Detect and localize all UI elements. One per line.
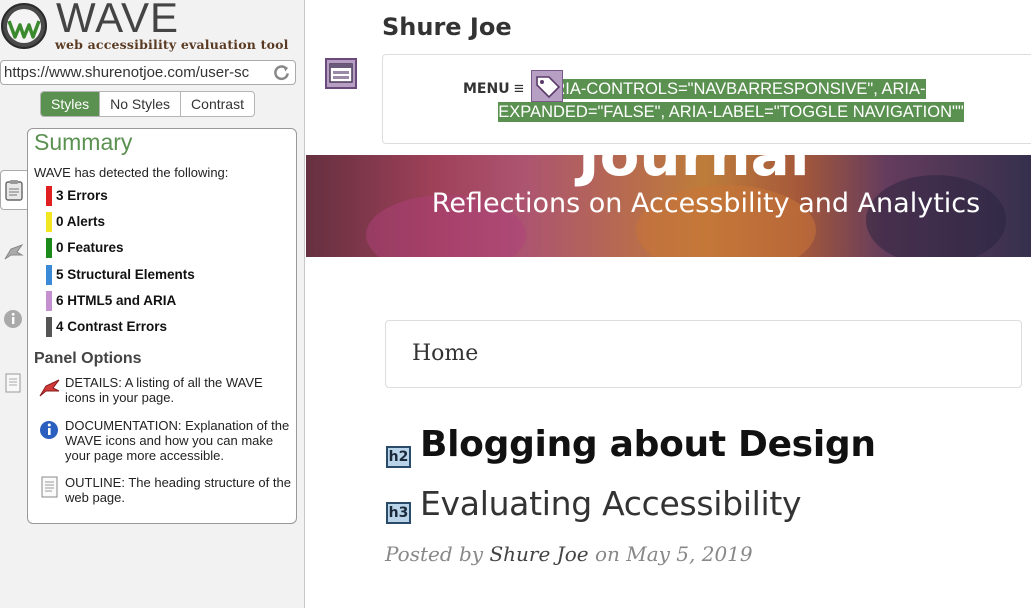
author-link[interactable]: Shure Joe	[489, 542, 588, 566]
info-icon[interactable]	[2, 308, 24, 330]
wave-logo-icon	[1, 3, 47, 49]
wave-tagline: web accessibility evaluation tool	[55, 37, 289, 52]
structural-swatch	[46, 265, 52, 285]
wave-logo-text: WAVE	[56, 0, 180, 41]
summary-panel: Summary WAVE has detected the following:…	[27, 128, 297, 524]
outline-document-icon[interactable]	[2, 372, 24, 394]
document-icon	[41, 476, 58, 498]
h3-heading-icon[interactable]: h3	[386, 502, 411, 524]
url-text: https://www.shurenotjoe.com/user-sc	[4, 64, 250, 81]
wave-logo: WAVE web accessibility evaluation tool	[0, 0, 305, 56]
flag-icon	[39, 379, 60, 397]
hero-tagline: Reflections on Accessbility and Analytic…	[431, 188, 981, 219]
option-details-text: DETAILS: A listing of all the WAVE icons…	[65, 375, 263, 405]
posted-prefix: Posted by	[385, 542, 484, 566]
post-date: May 5, 2019	[626, 542, 753, 566]
aria-swatch	[46, 291, 52, 311]
wave-sidebar: WAVE web accessibility evaluation tool h…	[0, 0, 305, 608]
tab-contrast[interactable]: Contrast	[181, 92, 254, 116]
view-mode-tabs: Styles No Styles Contrast	[40, 91, 255, 117]
features-swatch	[46, 238, 52, 258]
summary-row-label: 0 Features	[56, 240, 124, 255]
hero-banner: Journal Reflections on Accessbility and …	[306, 155, 1031, 257]
site-title[interactable]: Shure Joe	[382, 13, 512, 41]
clipboard-icon	[5, 180, 23, 201]
post-heading-h3: Evaluating Accessibility	[420, 484, 802, 523]
post-heading-h2: Blogging about Design	[420, 424, 876, 465]
summary-row-label: 0 Alerts	[56, 214, 106, 229]
post-meta: Posted by Shure Joe on May 5, 2019	[385, 542, 753, 566]
breadcrumb-home-link[interactable]: Home	[412, 341, 478, 366]
posted-on: on	[594, 542, 620, 566]
errors-swatch	[46, 186, 52, 206]
sidebar-tab-summary[interactable]	[0, 170, 28, 210]
navbar-toggle-area: MENU ≡ "ARIA-CONTROLS="NAVBARRESPONSIVE"…	[382, 54, 1031, 144]
reload-icon[interactable]	[272, 63, 291, 82]
url-input[interactable]: https://www.shurenotjoe.com/user-sc	[0, 60, 296, 85]
summary-row-label: 6 HTML5 and ARIA	[56, 293, 177, 308]
breadcrumb: Home	[385, 320, 1022, 388]
summary-row-label: 3 Errors	[56, 188, 108, 203]
tab-styles[interactable]: Styles	[41, 92, 101, 116]
hero-title: Journal	[578, 155, 810, 189]
h2-heading-icon[interactable]: h2	[386, 446, 411, 468]
tab-no-styles[interactable]: No Styles	[100, 92, 182, 116]
aria-landmark-icon[interactable]	[325, 58, 357, 89]
info-icon	[40, 421, 58, 439]
alerts-swatch	[46, 212, 52, 232]
panel-options-title: Panel Options	[34, 350, 142, 367]
evaluated-page: Shure Joe MENU ≡ "ARIA-CONTROLS="NAVBARR…	[306, 0, 1031, 608]
summary-title: Summary	[34, 129, 133, 155]
option-documentation-text: DOCUMENTATION: Explanation of the WAVE i…	[65, 418, 290, 463]
aria-annotation-text: "ARIA-CONTROLS="NAVBARRESPONSIVE", ARIA-…	[498, 79, 964, 122]
option-outline-text: OUTLINE: The heading structure of the we…	[65, 475, 291, 505]
summary-row-label: 4 Contrast Errors	[56, 319, 168, 334]
contrast-swatch	[46, 317, 52, 337]
summary-intro: WAVE has detected the following:	[34, 165, 229, 180]
summary-row-label: 5 Structural Elements	[56, 267, 195, 282]
aria-label-tag-icon[interactable]	[531, 70, 563, 102]
flag-icon[interactable]	[2, 240, 24, 262]
